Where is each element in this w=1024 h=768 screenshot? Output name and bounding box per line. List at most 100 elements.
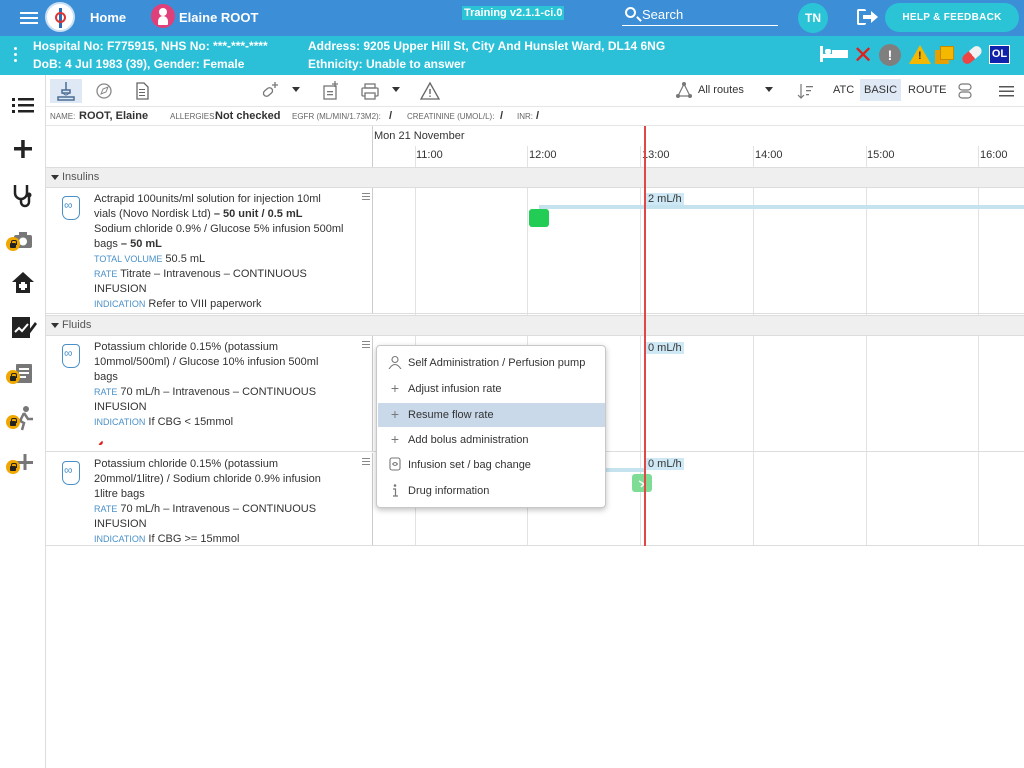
timeline-tick: 11:00 (416, 149, 443, 161)
rate-marker[interactable]: 0 mL/h (646, 342, 684, 354)
add-record-icon[interactable] (318, 79, 342, 103)
row-separator (372, 188, 373, 313)
top-bar: Home Elaine ROOT Training v2.1.1-ci.0 Se… (0, 0, 1024, 36)
menu-item-add-bolus[interactable]: + Add bolus administration (378, 428, 605, 452)
routes-dropdown-icon[interactable] (765, 87, 773, 92)
menu-item-adjust-infusion-rate[interactable]: + Adjust infusion rate (378, 377, 605, 401)
patient-avatar-icon[interactable] (151, 4, 175, 28)
left-navigation (0, 75, 46, 768)
add-medication-dropdown-icon[interactable] (292, 87, 300, 92)
menu-item-resume-flow-rate[interactable]: + Resume flow rate (378, 403, 605, 427)
help-feedback-button[interactable]: HELP & FEEDBACK (885, 3, 1019, 32)
group-label: Fluids (62, 319, 92, 331)
inr-value: / (536, 110, 540, 122)
collapse-icon[interactable] (51, 175, 59, 180)
stethoscope-icon[interactable] (8, 179, 38, 209)
group-header-fluids[interactable]: Fluids (46, 315, 1024, 336)
print-icon[interactable] (358, 79, 382, 103)
warning-icon[interactable] (909, 45, 931, 64)
infusion-view-button[interactable] (50, 79, 82, 103)
document-icon[interactable] (130, 79, 154, 103)
notes-icon[interactable] (935, 46, 955, 64)
info-icon (388, 483, 402, 497)
user-avatar[interactable]: TN (798, 3, 828, 33)
rate-marker[interactable]: 2 mL/h (646, 193, 684, 205)
menu-item-infusion-set-change[interactable]: Infusion set / bag change (378, 453, 605, 477)
basic-button[interactable]: BASIC (860, 79, 902, 101)
infusion-rate-bar[interactable] (600, 468, 644, 472)
camera-icon[interactable] (6, 225, 38, 255)
list-icon[interactable] (8, 90, 38, 120)
patient-banner: Hospital No: F775915, NHS No: ***-***-**… (0, 36, 1024, 75)
route-button[interactable]: ROUTE (908, 84, 947, 96)
lock-icon (6, 415, 20, 429)
home-link[interactable]: Home (90, 10, 126, 25)
menu-item-drug-information[interactable]: Drug information (378, 479, 605, 503)
timeline-tick: 13:00 (642, 149, 670, 161)
timeline-tick: 16:00 (980, 149, 1008, 161)
hamburger-menu-icon[interactable] (20, 9, 38, 27)
clipboard-icon[interactable] (6, 358, 38, 388)
app-logo[interactable] (45, 2, 75, 32)
timeline-tick: 14:00 (755, 149, 783, 161)
atc-button[interactable]: ATC (833, 84, 854, 96)
creatinine-value: / (500, 110, 504, 122)
add-locked-icon[interactable] (6, 448, 38, 478)
routes-icon (674, 79, 694, 103)
clinical-summary-line: NAME: ROOT, Elaine ALLERGIES: Not checke… (46, 107, 1024, 126)
row-menu-icon[interactable] (362, 193, 370, 202)
administration-marker[interactable] (632, 474, 652, 492)
administration-start-marker[interactable] (529, 209, 549, 227)
creatinine-key: CREATININE (UMOL/L): (407, 112, 495, 121)
name-key: NAME: (50, 112, 76, 121)
warning-outline-icon[interactable] (418, 79, 442, 103)
signal-icon: ◗ (94, 435, 110, 451)
more-options-icon[interactable] (14, 47, 17, 63)
sign-document-icon[interactable] (8, 312, 38, 342)
add-icon[interactable] (8, 134, 38, 164)
timeline-header (372, 126, 1024, 168)
collapse-icon[interactable] (51, 323, 59, 328)
alert-circle-icon[interactable]: ! (879, 44, 901, 66)
infusion-rate-bar[interactable] (539, 205, 1024, 209)
infusion-bag-icon (62, 196, 80, 220)
add-medication-icon[interactable] (258, 79, 282, 103)
sort-icon[interactable] (796, 79, 816, 103)
hospital-number: Hospital No: F775915, NHS No: ***-***-**… (33, 39, 268, 53)
home-medical-icon[interactable] (8, 268, 38, 298)
chart-toolbar: All routes ATC BASIC ROUTE (46, 75, 1024, 107)
search-field[interactable]: Search (622, 4, 778, 26)
egfr-key: EGFR (ML/MIN/1.73M2): (292, 112, 381, 121)
menu-icon[interactable] (996, 79, 1018, 103)
patient-address: Address: 9205 Upper Hill St, City And Hu… (308, 39, 666, 53)
routes-select[interactable]: All routes (698, 84, 744, 96)
red-cross-icon[interactable]: ✕ (853, 41, 873, 69)
pill-icon[interactable] (960, 44, 984, 66)
patient-movement-icon[interactable] (6, 403, 38, 433)
row-separator (372, 453, 373, 545)
layers-icon[interactable] (954, 79, 976, 103)
logout-icon[interactable] (857, 9, 878, 25)
person-icon (388, 355, 402, 370)
row-menu-icon[interactable] (362, 458, 370, 467)
compass-icon[interactable] (92, 79, 116, 103)
allergies-key: ALLERGIES: (170, 112, 217, 121)
allergies-value[interactable]: Not checked (215, 110, 280, 122)
timeline-tick: 12:00 (529, 149, 557, 161)
bed-icon[interactable] (820, 46, 848, 62)
timeline-tick: 15:00 (867, 149, 895, 161)
group-header-insulins[interactable]: Insulins (46, 167, 1024, 188)
patient-ethnicity: Ethnicity: Unable to answer (308, 57, 466, 71)
patient-name[interactable]: Elaine ROOT (179, 10, 258, 25)
ol-badge[interactable]: OL (989, 45, 1010, 64)
print-dropdown-icon[interactable] (392, 87, 400, 92)
drug-details: Potassium chloride 0.15% (potassium 10mm… (94, 341, 319, 428)
infusion-bag-icon (62, 461, 80, 485)
current-time-line (644, 126, 646, 546)
search-label: Search (642, 7, 684, 22)
infusion-context-menu: Self Administration / Perfusion pump + A… (376, 345, 606, 508)
menu-item-self-administration[interactable]: Self Administration / Perfusion pump (378, 351, 605, 375)
name-value: ROOT, Elaine (79, 110, 149, 122)
row-menu-icon[interactable] (362, 341, 370, 350)
rate-marker[interactable]: 0 mL/h (646, 458, 684, 470)
